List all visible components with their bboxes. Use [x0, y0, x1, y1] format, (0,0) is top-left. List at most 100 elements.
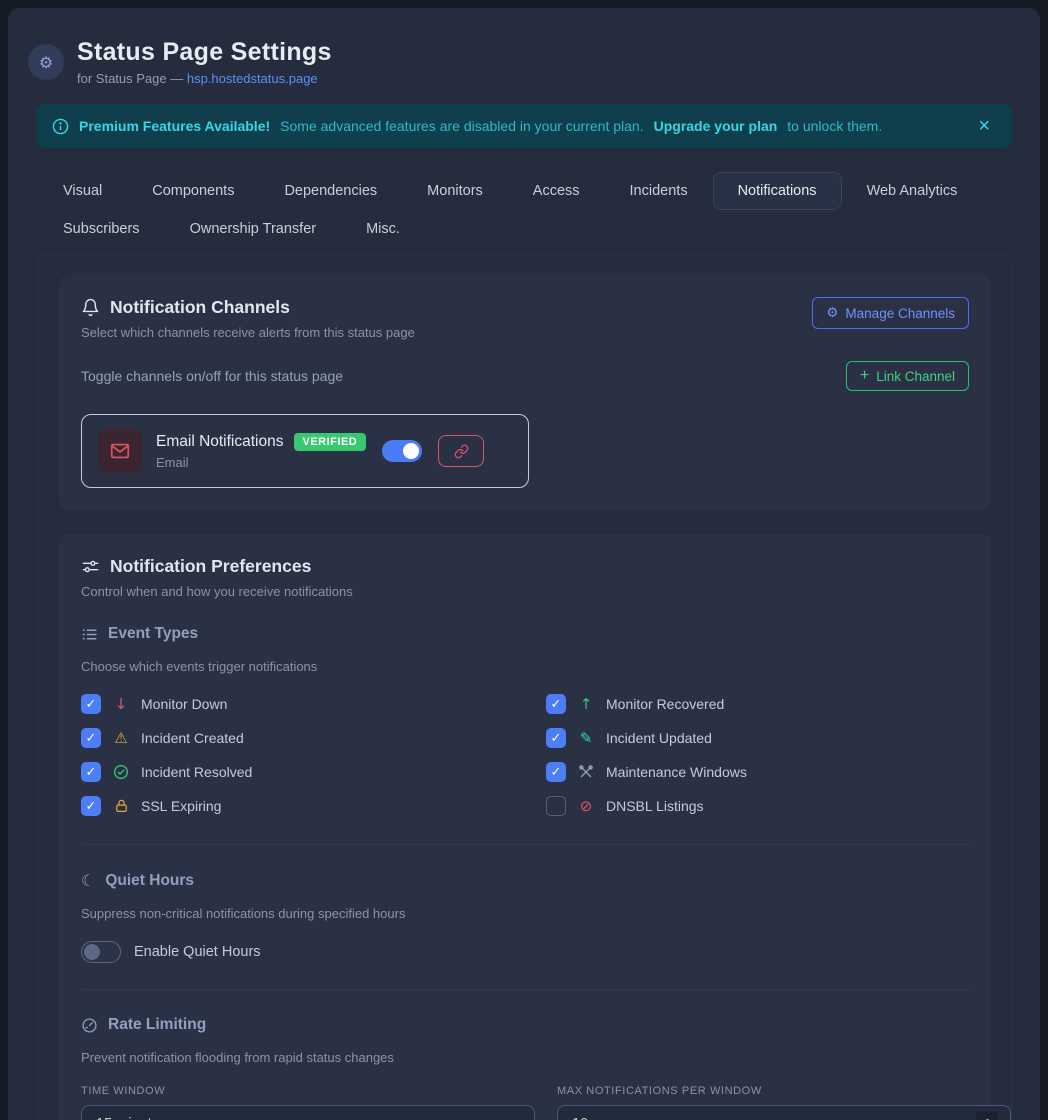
tab-monitors[interactable]: Monitors	[402, 172, 508, 210]
tab-web-analytics[interactable]: Web Analytics	[842, 172, 983, 210]
toggle-channels-hint: Toggle channels on/off for this status p…	[81, 368, 343, 384]
no-entry-icon: ⊘	[577, 799, 595, 814]
preferences-section-title-row: Notification Preferences	[81, 556, 969, 577]
list-icon	[81, 626, 98, 643]
tab-access[interactable]: Access	[508, 172, 605, 210]
incident-updated-checkbox[interactable]: ✓	[546, 728, 566, 748]
info-icon	[52, 118, 69, 135]
event-label: Incident Created	[141, 730, 244, 746]
event-monitor-recovered: ✓ ↑ Monitor Recovered	[546, 692, 1011, 716]
event-incident-created: ✓ ⚠ Incident Created	[81, 726, 546, 750]
link-channel-label: Link Channel	[876, 369, 955, 384]
event-dnsbl-listings: ✓ ⊘ DNSBL Listings	[546, 794, 1011, 818]
max-notifications-input[interactable]: 10	[557, 1105, 1011, 1120]
rate-limiting-subtitle: Prevent notification flooding from rapid…	[81, 1050, 969, 1065]
event-label: Incident Resolved	[141, 764, 252, 780]
channels-section-subtitle: Select which channels receive alerts fro…	[81, 325, 415, 340]
close-icon[interactable]: ×	[972, 114, 996, 138]
time-window-label: TIME WINDOW	[81, 1085, 535, 1097]
bell-icon	[81, 298, 100, 317]
channels-section-title: Notification Channels	[110, 297, 290, 318]
time-window-field: TIME WINDOW 15 minutes	[81, 1085, 535, 1120]
event-label: SSL Expiring	[141, 798, 221, 814]
tab-visual[interactable]: Visual	[38, 172, 127, 210]
tab-incidents[interactable]: Incidents	[605, 172, 713, 210]
tab-dependencies[interactable]: Dependencies	[259, 172, 402, 210]
event-incident-resolved: ✓ Incident Resolved	[81, 760, 546, 784]
gauge-icon	[81, 1017, 98, 1034]
rate-limiting-heading: Rate Limiting	[108, 1016, 206, 1034]
monitor-recovered-checkbox[interactable]: ✓	[546, 694, 566, 714]
incident-resolved-checkbox[interactable]: ✓	[81, 762, 101, 782]
event-label: Maintenance Windows	[606, 764, 747, 780]
sliders-icon	[81, 557, 100, 576]
arrow-down-icon: ↓	[112, 697, 130, 712]
status-page-domain-link[interactable]: hsp.hostedstatus.page	[187, 71, 318, 86]
max-notifications-value: 10	[572, 1116, 588, 1120]
event-label: Monitor Down	[141, 696, 227, 712]
event-label: DNSBL Listings	[606, 798, 704, 814]
maintenance-windows-checkbox[interactable]: ✓	[546, 762, 566, 782]
event-maintenance-windows: ✓ Maintenance Windows	[546, 760, 1011, 784]
banner-bold-text: Premium Features Available!	[79, 118, 270, 134]
notifications-tab-panel: Notification Channels Select which chann…	[38, 254, 1012, 1120]
event-types-grid: ✓ ↓ Monitor Down ✓ ↑ Monitor Recovered ✓…	[81, 692, 1011, 818]
settings-tab-bar: Visual Components Dependencies Monitors …	[38, 172, 1012, 248]
upgrade-plan-link[interactable]: Upgrade your plan	[654, 118, 778, 134]
banner-message: Some advanced features are disabled in y…	[280, 118, 643, 134]
event-incident-updated: ✓ ✎ Incident Updated	[546, 726, 1011, 750]
lock-icon	[112, 798, 130, 814]
quiet-hours-heading: Quiet Hours	[105, 872, 194, 890]
quiet-hours-subtitle: Suppress non-critical notifications duri…	[81, 906, 969, 921]
tab-misc[interactable]: Misc.	[341, 210, 425, 248]
page-subtitle: for Status Page — hsp.hostedstatus.page	[77, 71, 332, 86]
premium-banner: Premium Features Available! Some advance…	[36, 104, 1012, 148]
ssl-expiring-checkbox[interactable]: ✓	[81, 796, 101, 816]
channel-type: Email	[156, 455, 368, 470]
event-label: Monitor Recovered	[606, 696, 724, 712]
banner-message-end: to unlock them.	[787, 118, 882, 134]
preferences-section-title: Notification Preferences	[110, 556, 311, 577]
tab-ownership-transfer[interactable]: Ownership Transfer	[165, 210, 342, 248]
incident-created-checkbox[interactable]: ✓	[81, 728, 101, 748]
dnsbl-listings-checkbox[interactable]: ✓	[546, 796, 566, 816]
tab-subscribers[interactable]: Subscribers	[38, 210, 165, 248]
event-types-heading-row: Event Types	[81, 625, 969, 643]
page-title: Status Page Settings	[77, 38, 332, 67]
section-divider	[81, 989, 969, 990]
event-ssl-expiring: ✓ SSL Expiring	[81, 794, 546, 818]
warning-icon: ⚠	[112, 731, 130, 746]
gear-icon: ⚙	[826, 305, 838, 321]
unlink-channel-button[interactable]	[438, 435, 484, 467]
tab-notifications[interactable]: Notifications	[713, 172, 842, 210]
email-channel-toggle[interactable]	[382, 440, 422, 462]
event-types-subtitle: Choose which events trigger notification…	[81, 659, 969, 674]
quiet-hours-toggle[interactable]	[81, 941, 121, 963]
event-monitor-down: ✓ ↓ Monitor Down	[81, 692, 546, 716]
channels-section-title-row: Notification Channels	[81, 297, 415, 318]
notification-channels-card: Notification Channels Select which chann…	[59, 275, 991, 510]
notification-preferences-card: Notification Preferences Control when an…	[59, 534, 991, 1120]
quiet-hours-heading-row: ☾ Quiet Hours	[81, 871, 969, 890]
preferences-section-subtitle: Control when and how you receive notific…	[81, 584, 969, 599]
max-notifications-label: MAX NOTIFICATIONS PER WINDOW	[557, 1085, 1011, 1097]
link-channel-button[interactable]: + Link Channel	[846, 361, 969, 391]
event-label: Incident Updated	[606, 730, 712, 746]
manage-channels-label: Manage Channels	[845, 306, 955, 321]
check-circle-icon	[112, 764, 130, 780]
plus-icon: +	[860, 367, 869, 385]
verified-badge: VERIFIED	[294, 433, 367, 451]
time-window-value: 15 minutes	[96, 1116, 167, 1120]
chain-link-icon	[454, 444, 469, 459]
page-header: ⚙ Status Page Settings for Status Page —…	[8, 8, 1040, 100]
monitor-down-checkbox[interactable]: ✓	[81, 694, 101, 714]
manage-channels-button[interactable]: ⚙ Manage Channels	[812, 297, 969, 329]
rate-limiting-heading-row: Rate Limiting	[81, 1016, 969, 1034]
gear-icon: ⚙	[28, 44, 64, 80]
section-divider	[81, 844, 969, 845]
time-window-select[interactable]: 15 minutes	[81, 1105, 535, 1120]
number-stepper[interactable]	[976, 1111, 998, 1120]
tab-components[interactable]: Components	[127, 172, 259, 210]
tools-icon	[577, 764, 595, 780]
envelope-icon	[98, 429, 142, 473]
